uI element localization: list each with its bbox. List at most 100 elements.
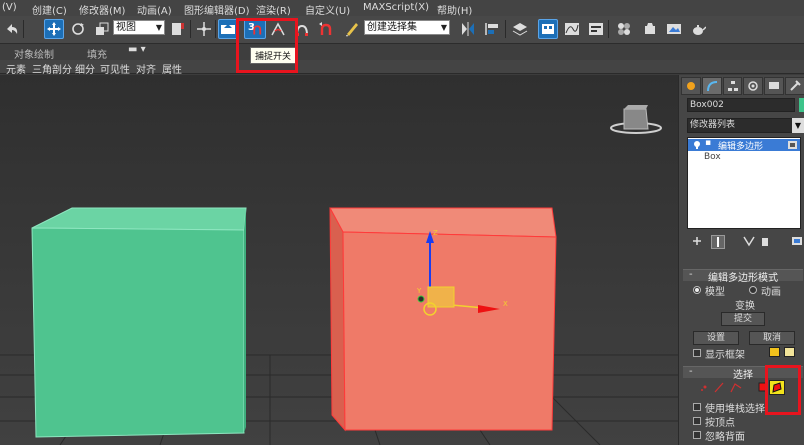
modify-tab-icon[interactable]	[701, 77, 722, 95]
modifier-list-label: 修改器列表	[690, 120, 736, 130]
toolbar-separator	[215, 20, 216, 38]
green-box[interactable]	[31, 207, 247, 438]
select-move-icon[interactable]	[44, 19, 64, 39]
layer-manager-icon[interactable]	[510, 19, 530, 39]
mode-animate-radio[interactable]	[749, 286, 757, 294]
view-dropdown-value: 视图	[116, 22, 136, 33]
snap-highlight-box	[236, 18, 298, 73]
cage-selected-color-swatch[interactable]	[784, 347, 795, 357]
pin-stack-icon[interactable]	[691, 235, 703, 247]
menu-animation[interactable]: 动画(A)	[137, 2, 172, 17]
menu-view[interactable]: (V)	[2, 2, 17, 13]
menu-rendering[interactable]: 渲染(R)	[256, 2, 291, 17]
object-color-swatch[interactable]	[799, 98, 804, 112]
ribbon-subtabs: 元素 三角剖分 细分 可见性 对齐 属性	[0, 60, 804, 76]
viewport-scene: Y X Z	[0, 105, 678, 445]
cage-color-swatch[interactable]	[769, 347, 780, 357]
reference-coord-dropdown[interactable]: 视图 ▼	[113, 20, 165, 35]
element-highlight-box	[765, 365, 801, 415]
mirror-icon[interactable]	[458, 19, 478, 39]
make-unique-icon[interactable]	[743, 235, 755, 247]
vertex-icon[interactable]	[701, 385, 707, 392]
selection-set-value: 创建选择集	[367, 22, 417, 33]
render-setup-icon[interactable]	[640, 19, 660, 39]
create-tab-icon[interactable]	[681, 77, 701, 95]
cancel-button[interactable]: 取消	[749, 331, 795, 345]
undo-icon[interactable]	[2, 19, 22, 39]
subtab-triangulate[interactable]: 三角剖分	[32, 61, 72, 76]
configure-modifier-sets-icon[interactable]	[791, 235, 803, 247]
chevron-down-icon: ▼	[792, 118, 804, 133]
spinner-snap-icon[interactable]	[316, 19, 336, 39]
named-selection-set-dropdown[interactable]: 创建选择集 ▼	[364, 20, 450, 35]
motion-tab-icon[interactable]	[743, 77, 764, 95]
stack-tools	[687, 235, 804, 249]
subobject-level-icons	[701, 382, 767, 393]
subtab-visibility[interactable]: 可见性	[100, 61, 130, 76]
populate-tab[interactable]: 填充	[87, 46, 107, 61]
toolbar-separator	[23, 20, 24, 38]
use-stack-selection-label: 使用堆栈选择	[705, 404, 765, 415]
display-tab-icon[interactable]	[764, 77, 785, 95]
edit-poly-mode-rollout-header[interactable]: - 编辑多边形模式	[683, 269, 803, 284]
scene-explorer-icon[interactable]	[538, 19, 558, 39]
ribbon-dropdown-icon[interactable]: ▬ ▾	[128, 44, 146, 55]
toolbar-separator	[190, 20, 191, 38]
hierarchy-tab-icon[interactable]	[722, 77, 743, 95]
by-vertex-checkbox[interactable]	[693, 403, 701, 411]
menu-bar: (V) 创建(C) 修改器(M) 动画(A) 图形编辑器(D) 渲染(R) 自定…	[0, 0, 804, 17]
pivot-icon[interactable]	[168, 19, 188, 39]
rotate-icon[interactable]	[68, 19, 88, 39]
object-name-field[interactable]: Box002	[687, 98, 795, 112]
menu-help[interactable]: 帮助(H)	[437, 2, 472, 17]
menu-customize[interactable]: 自定义(U)	[305, 2, 350, 17]
manipulate-icon[interactable]	[194, 19, 214, 39]
modifier-list-dropdown[interactable]: 修改器列表 ▼	[687, 118, 804, 133]
light-bulb-icon[interactable]	[693, 141, 701, 149]
render-teapot-icon[interactable]	[688, 19, 708, 39]
menu-modifiers[interactable]: 修改器(M)	[79, 2, 125, 17]
stack-item-box[interactable]: Box	[704, 152, 721, 162]
commit-button[interactable]: 提交	[721, 312, 765, 326]
stack-item-edit-poly[interactable]: ▪ 编辑多边形	[688, 138, 800, 152]
curve-editor-icon[interactable]	[562, 19, 582, 39]
modifier-stack[interactable]: ▪ 编辑多边形 Box	[687, 137, 801, 229]
subtab-subdivide[interactable]: 细分	[75, 61, 95, 76]
object-paint-tab[interactable]: 对象绘制	[14, 46, 54, 61]
gizmo-axis-z: Z	[433, 229, 438, 237]
show-cage-label: 显示框架	[705, 350, 745, 361]
edge-icon[interactable]	[714, 382, 724, 393]
red-box[interactable]	[329, 207, 557, 432]
align-icon[interactable]	[482, 19, 502, 39]
edit-poly-mode-title: 编辑多边形模式	[708, 273, 778, 284]
schematic-view-icon[interactable]	[586, 19, 606, 39]
subtab-element[interactable]: 元素	[6, 61, 26, 76]
chevron-down-icon: ▼	[155, 23, 162, 32]
main-toolbar: 视图 ▼ 3 创建选择集 ▼	[0, 16, 804, 44]
mode-model-radio[interactable]	[693, 286, 701, 294]
ribbon-top-row: 对象绘制 填充 ▬ ▾	[0, 44, 804, 61]
show-cage-checkbox[interactable]	[693, 349, 701, 357]
edit-named-selection-icon[interactable]	[342, 19, 362, 39]
remove-modifier-icon[interactable]	[759, 235, 771, 247]
ignore-backfacing-checkbox[interactable]	[693, 431, 701, 439]
material-editor-icon[interactable]	[614, 19, 634, 39]
menu-graph-editors[interactable]: 图形编辑器(D)	[184, 2, 250, 17]
toolbar-separator	[505, 20, 506, 38]
rendered-frame-icon[interactable]	[664, 19, 684, 39]
border-icon[interactable]	[730, 383, 742, 393]
utilities-tab-icon[interactable]	[785, 77, 804, 95]
mode-animate-label: 动画	[761, 287, 781, 298]
scale-icon[interactable]	[92, 19, 112, 39]
keyboard-shortcut-icon[interactable]	[218, 19, 238, 39]
show-end-result-icon[interactable]	[711, 235, 725, 249]
perspective-viewport[interactable]: Y X Z	[0, 75, 678, 445]
subtab-align[interactable]: 对齐	[136, 61, 156, 76]
settings-button[interactable]: 设置	[693, 331, 739, 345]
expand-icon[interactable]: ▪	[705, 138, 711, 148]
by-vertex2-checkbox[interactable]	[693, 417, 701, 425]
menu-maxscript[interactable]: MAXScript(X)	[363, 2, 429, 13]
subtab-properties[interactable]: 属性	[162, 61, 182, 76]
viewcube[interactable]	[610, 105, 662, 134]
menu-create[interactable]: 创建(C)	[32, 2, 67, 17]
